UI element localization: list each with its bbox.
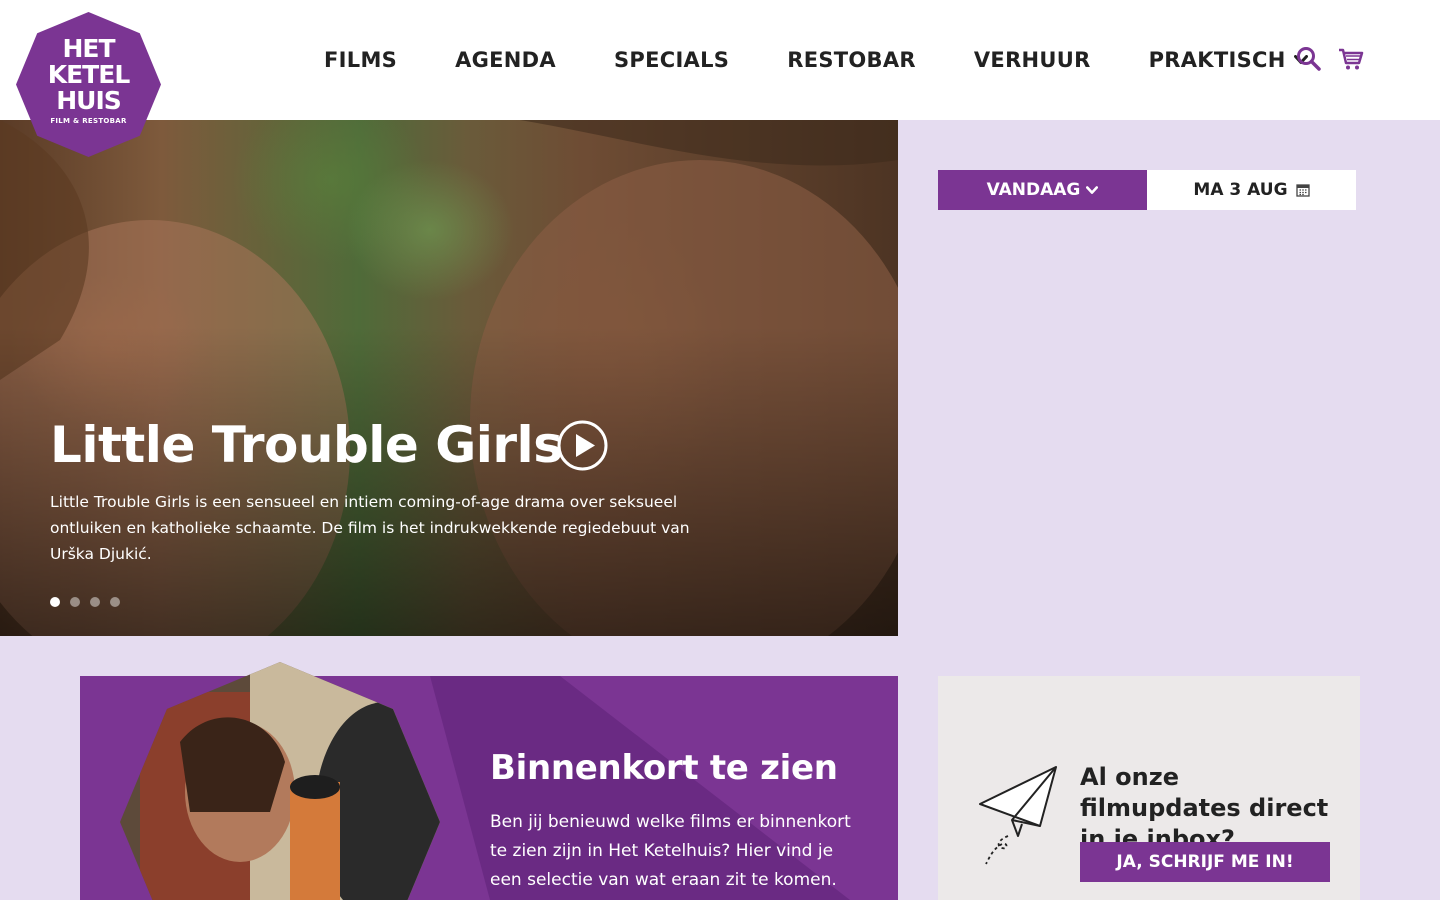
nav-item-praktisch[interactable]: PRAKTISCH [1149,48,1308,72]
date-label: MA 3 AUG [1193,180,1288,200]
nav-item-label: VERHUUR [973,48,1091,72]
logo-line: HUIS [56,86,122,115]
site-header: FILMS AGENDA SPECIALS RESTOBAR VERHUUR P… [0,0,1440,120]
promo-octagon-image [120,662,440,900]
newsletter-signup: Al onze filmupdates direct in je inbox? … [938,676,1360,900]
promo-title[interactable]: Binnenkort te zien [490,748,838,788]
nav-item-verhuur[interactable]: VERHUUR [974,48,1091,72]
paper-plane-icon [979,766,1057,865]
promo-text: Ben jij benieuwd welke films er binnenko… [490,812,851,890]
nav-item-label: AGENDA [455,48,556,72]
nav-item-films[interactable]: FILMS [324,48,397,72]
nav-item-agenda[interactable]: AGENDA [455,48,556,72]
hero-slider[interactable]: Little Trouble Girls Little Trouble Girl… [0,120,898,636]
subscribe-button[interactable]: JA, SCHRIJF ME IN! [1080,842,1330,882]
nav-item-label: PRAKTISCH [1148,48,1286,72]
promo-image[interactable] [120,662,440,900]
nav-item-restobar[interactable]: RESTOBAR [787,48,916,72]
day-selector: VANDAAG MA 3 AUG [938,170,1356,210]
slider-dot[interactable] [50,597,60,607]
hero-description: Little Trouble Girls is een sensueel en … [50,493,690,563]
main-nav: FILMS AGENDA SPECIALS RESTOBAR VERHUUR P… [324,44,1308,76]
nav-item-label: SPECIALS [613,48,730,72]
calendar-icon [1295,184,1310,197]
hero-title[interactable]: Little Trouble Girls [50,416,563,474]
cart-icon[interactable] [1338,46,1364,72]
chevron-down-icon [1086,185,1099,194]
today-label: VANDAAG [986,180,1081,200]
date-picker-button[interactable]: MA 3 AUG [1147,170,1356,210]
slider-dot[interactable] [90,597,100,607]
nav-item-label: RESTOBAR [787,48,916,72]
play-icon[interactable] [557,420,608,471]
site-logo[interactable]: HET KETEL HUIS FILM & RESTOBAR [16,12,161,157]
slider-dot[interactable] [70,597,80,607]
search-icon[interactable] [1296,46,1322,72]
nav-item-label: FILMS [324,48,398,72]
logo-line: KETEL [47,60,131,89]
slider-dots [50,597,130,607]
logo-wordmark: HET KETEL HUIS FILM & RESTOBAR [16,36,161,126]
logo-subline: FILM & RESTOBAR [50,117,127,125]
logo-line: HET [62,34,115,63]
slider-dot[interactable] [110,597,120,607]
today-dropdown[interactable]: VANDAAG [938,170,1147,210]
nav-item-specials[interactable]: SPECIALS [614,48,729,72]
